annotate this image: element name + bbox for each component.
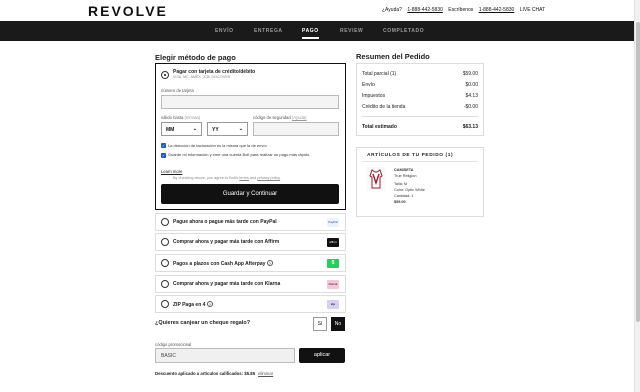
step-review[interactable]: REVIEW — [340, 28, 363, 34]
terms-text: By checking above, you agree to Bolt's t… — [173, 176, 281, 180]
zip-label: ZIP Paga en 4 ? — [173, 301, 213, 308]
checkout-steps: ENVÍO ENTREGA PAGO REVIEW COMPLETADO — [0, 21, 634, 41]
payment-title: Elegir método de pago — [155, 53, 236, 62]
expiry-year-select[interactable]: YY ⌄ — [207, 122, 248, 136]
promo-label: código promocional — [155, 342, 192, 347]
promo-code-input[interactable]: BASIC — [155, 348, 295, 363]
item-color: Color: Optic White — [394, 188, 425, 192]
klarna-logo-icon: Klarna — [327, 280, 339, 289]
header: REVOLVE ¿Ayuda? 1-888-442-5830 Escríbeno… — [0, 0, 640, 21]
summary-row-total: Total estimado $63.13 — [362, 124, 478, 130]
paypal-radio[interactable] — [161, 218, 169, 226]
affirm-option[interactable]: Comprar ahora y pagar más tarde con Affi… — [155, 233, 346, 251]
expiry-label: válido hasta (mm/aa) — [161, 115, 201, 120]
help-label: ¿Ayuda? 1-888-442-5830 — [382, 7, 443, 13]
afterpay-radio[interactable] — [161, 259, 169, 267]
cvv-help-link[interactable]: (Ayuda) — [292, 115, 307, 120]
zip-radio[interactable] — [161, 300, 169, 308]
afterpay-label: Pagos a plazos con Cash App Afterpay ? — [173, 260, 273, 267]
summary-divider — [362, 116, 478, 117]
gift-no-button[interactable]: No — [331, 317, 345, 331]
paypal-logo-icon: PayPal — [327, 218, 339, 227]
expiry-month-select[interactable]: MM ⌄ — [161, 122, 202, 136]
item-name: CAMISETA — [394, 168, 414, 172]
zip-option[interactable]: ZIP Paga en 4 ? zip — [155, 295, 346, 313]
afterpay-option[interactable]: Pagos a plazos con Cash App Afterpay ? $ — [155, 254, 346, 272]
billing-same-checkbox[interactable]: ✓ — [161, 143, 166, 148]
remove-promo-link[interactable]: eliminar — [258, 371, 273, 376]
cvv-label: código de seguridad (Ayuda) — [253, 115, 307, 120]
scrollbar[interactable] — [634, 0, 640, 392]
summary-row-shipping: Envío $0.00 — [362, 82, 478, 88]
product-thumbnail[interactable] — [366, 167, 386, 191]
item-qty: Cantidad: 1 — [394, 194, 414, 198]
card-number-input[interactable] — [161, 95, 339, 109]
klarna-label: Comprar ahora y pagar más tarde con Klar… — [173, 281, 281, 287]
save-continue-button[interactable]: Guardar y Continuar — [161, 184, 339, 204]
step-pago[interactable]: PAGO — [302, 28, 319, 39]
item-brand: True Religion — [394, 174, 417, 178]
step-entrega[interactable]: ENTREGA — [254, 28, 283, 34]
paypal-label: Pague ahora o pague más tarde con PayPal — [173, 219, 277, 225]
privacy-link[interactable]: privacy policy — [257, 176, 280, 180]
summary-row-subtotal: Total parcial (1) $59.00 — [362, 71, 478, 77]
learn-more-link[interactable]: Learn more — [161, 169, 182, 174]
step-completado[interactable]: COMPLETADO — [383, 28, 424, 34]
gift-yes-button[interactable]: Sí — [313, 317, 327, 331]
help-bar: ¿Ayuda? 1-888-442-5830 Escríbenos 1-888-… — [382, 7, 549, 13]
cvv-input[interactable] — [253, 122, 339, 136]
cashapp-logo-icon: $ — [327, 259, 339, 268]
chevron-down-icon: ⌄ — [238, 126, 243, 132]
order-items-title: ARTÍCULOS DE TU PEDIDO (1) — [367, 153, 454, 158]
phone-link-1[interactable]: 1-888-442-5830 — [407, 7, 443, 13]
gift-question: ¿Quieres canjear un cheque regalo? — [155, 320, 251, 326]
summary-row-taxes: Impuestos $4.13 — [362, 93, 478, 99]
save-info-checkbox[interactable]: ✓ — [161, 153, 166, 158]
summary-row-credit: Crédito de la tienda -$0.00 — [362, 104, 478, 110]
affirm-logo-icon: affirm — [327, 238, 339, 247]
scrollbar-thumb[interactable] — [636, 22, 640, 322]
info-icon[interactable]: ? — [266, 260, 273, 266]
zip-logo-icon: zip — [327, 300, 339, 309]
card-number-label: número de tarjeta — [161, 88, 194, 93]
klarna-radio[interactable] — [161, 280, 169, 288]
chevron-down-icon: ⌄ — [192, 126, 197, 132]
live-chat-link[interactable]: LIVE CHAT — [520, 7, 545, 13]
apply-promo-button[interactable]: aplicar — [299, 348, 345, 363]
write-label: Escríbenos 1-888-442-5830 — [448, 7, 515, 13]
terms-link[interactable]: terms — [239, 176, 249, 180]
paypal-option[interactable]: Pague ahora o pague más tarde con PayPal… — [155, 213, 346, 231]
phone-link-2[interactable]: 1-888-442-5830 — [479, 7, 515, 13]
step-envio[interactable]: ENVÍO — [215, 28, 234, 34]
card-brands: VISA, MC, AMEX, JCB, DISCOVER — [173, 75, 231, 79]
affirm-radio[interactable] — [161, 238, 169, 246]
card-radio[interactable] — [161, 71, 169, 79]
discount-line: Descuento aplicado a artículos calificad… — [155, 371, 274, 376]
affirm-label: Comprar ahora y pagar más tarde con Affi… — [173, 239, 280, 245]
info-icon[interactable]: ? — [206, 301, 213, 307]
summary-title: Resumen del Pedido — [356, 52, 430, 61]
billing-same-label: La dirección de facturación es la misma … — [168, 143, 267, 148]
items-divider — [362, 161, 478, 162]
revolve-logo[interactable]: REVOLVE — [88, 3, 168, 19]
discount-value: $5.85 — [244, 371, 256, 376]
save-info-label: Guarde mi información y cree una cuenta … — [168, 152, 311, 157]
klarna-option[interactable]: Comprar ahora y pagar más tarde con Klar… — [155, 275, 346, 293]
item-price: $59.00 — [394, 200, 406, 204]
item-size: Talla: M — [394, 182, 408, 186]
